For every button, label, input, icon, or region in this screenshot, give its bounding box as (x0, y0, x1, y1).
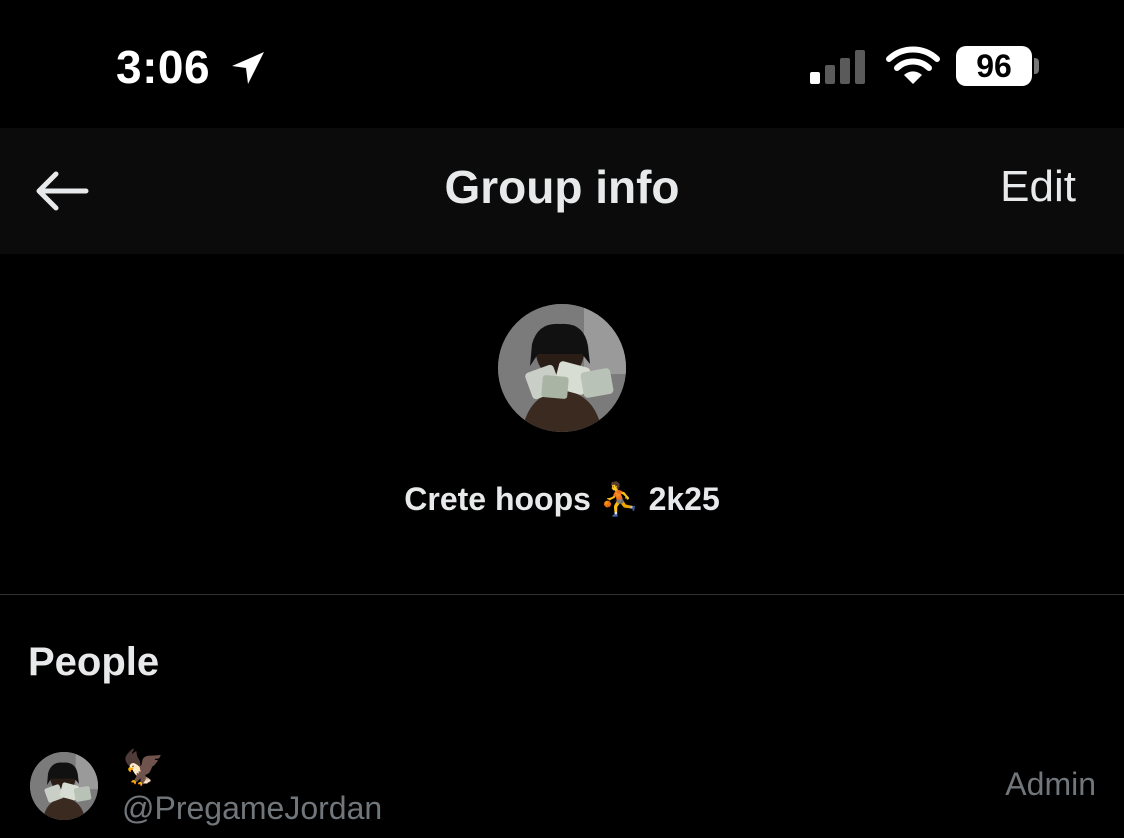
member-name: 🦅 (122, 749, 165, 787)
status-time: 3:06 (116, 41, 211, 93)
status-bar: 3:06 96 (0, 0, 1124, 130)
battery-icon: 96 (956, 46, 1032, 86)
member-handle: @PregameJordan (122, 790, 383, 826)
avatar[interactable] (30, 752, 98, 820)
page-title: Group info (444, 161, 680, 213)
member-row[interactable]: 🦅 @PregameJordan Admin (0, 740, 1124, 838)
people-section-title: People (28, 640, 160, 684)
group-info-screen: 3:06 96 Group info Edit Crete hoops ⛹️ 2… (0, 0, 1124, 838)
group-name: Crete hoops ⛹️ 2k25 (404, 481, 720, 517)
edit-button[interactable]: Edit (1000, 162, 1076, 212)
member-role-badge: Admin (1005, 766, 1096, 802)
group-avatar-image (498, 304, 626, 432)
battery-nub (1034, 58, 1039, 74)
signal-icon (810, 50, 865, 84)
section-divider (0, 594, 1124, 595)
group-avatar[interactable] (498, 304, 626, 432)
member-avatar-image (30, 752, 98, 820)
location-arrow-icon (232, 52, 264, 84)
header-bar: Group info Edit (0, 128, 1124, 254)
wifi-icon (886, 46, 940, 84)
